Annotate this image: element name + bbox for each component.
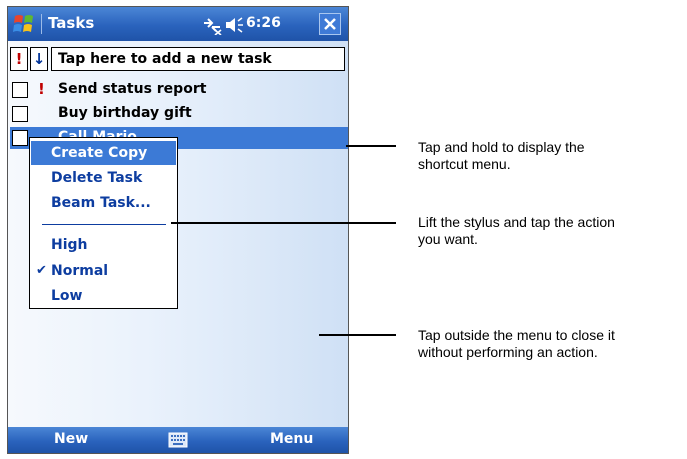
title-bar: Tasks 6:26 [8, 7, 348, 41]
check-icon: ✔ [36, 263, 47, 278]
callout-text: Tap and hold to display the shortcut men… [418, 139, 585, 172]
shortcut-menu: Create Copy Delete Task Beam Task... Hig… [29, 137, 178, 309]
task-checkbox[interactable] [12, 106, 28, 122]
high-priority-icon: ! [38, 80, 45, 98]
keyboard-icon[interactable] [168, 432, 188, 448]
menu-item-delete-task[interactable]: Delete Task [31, 166, 176, 190]
menu-item-create-copy[interactable]: Create Copy [31, 141, 176, 165]
priority-button[interactable]: ! [10, 47, 28, 71]
app-title: Tasks [48, 14, 95, 32]
close-icon [324, 18, 336, 30]
callout-pointer-line [346, 145, 396, 147]
menu-item-low[interactable]: Low [31, 284, 176, 308]
task-label: Send status report [58, 81, 207, 97]
task-checkbox[interactable] [12, 130, 28, 146]
connectivity-icon[interactable] [201, 15, 223, 35]
menu-button[interactable]: Menu [270, 431, 313, 447]
task-label: Buy birthday gift [58, 105, 192, 121]
menu-item-high[interactable]: High [31, 233, 176, 257]
task-checkbox[interactable] [12, 82, 28, 98]
new-button[interactable]: New [54, 431, 88, 447]
task-entry-bar: ! ↓ Tap here to add a new task [10, 47, 348, 73]
title-separator [41, 14, 42, 34]
sort-button[interactable]: ↓ [30, 47, 48, 71]
add-task-field[interactable]: Tap here to add a new task [51, 47, 345, 71]
callout-text: Lift the stylus and tap the action you w… [418, 214, 615, 247]
menu-item-label: Normal [51, 263, 109, 279]
clock[interactable]: 6:26 [246, 15, 281, 31]
callout-pointer-line [171, 222, 396, 224]
menu-separator [42, 224, 166, 225]
menu-item-beam-task[interactable]: Beam Task... [31, 191, 176, 215]
task-row[interactable]: Buy birthday gift [10, 103, 348, 125]
task-row[interactable]: ! Send status report [10, 79, 348, 101]
menu-item-normal[interactable]: ✔ Normal [31, 259, 176, 283]
pocket-pc-screen: Tasks 6:26 ! ↓ Tap here to add a new tas… [7, 6, 349, 454]
bottom-menu-bar: New Menu [8, 427, 348, 453]
close-button[interactable] [319, 13, 341, 35]
volume-icon[interactable] [224, 16, 244, 34]
callout-text: Tap outside the menu to close it without… [418, 327, 615, 360]
windows-start-icon[interactable] [12, 12, 38, 36]
callout-pointer-line [319, 334, 396, 336]
